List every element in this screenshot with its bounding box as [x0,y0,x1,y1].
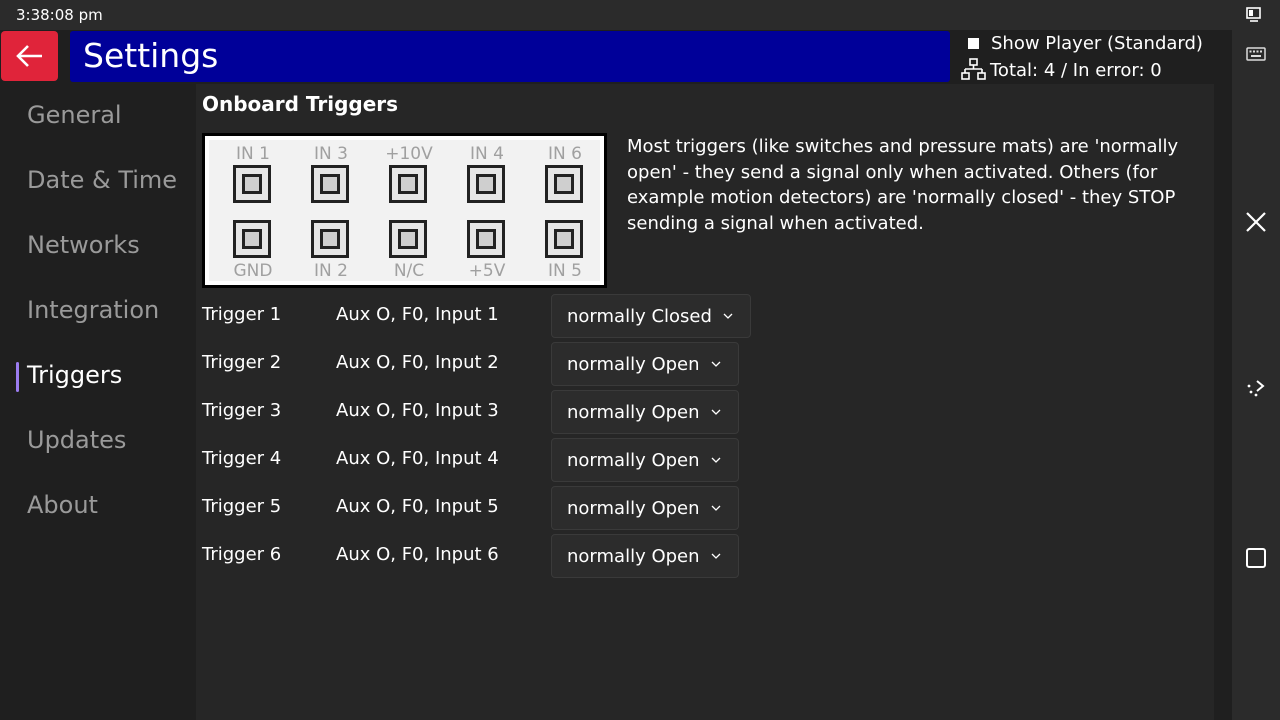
terminal-pin [467,165,505,203]
main-content: Onboard Triggers IN 1 IN 3 +10V IN 4 IN … [196,84,1214,720]
trigger-input: Aux O, F0, Input 1 [336,304,499,325]
trigger-mode-select[interactable]: normally Open [551,486,739,530]
sidebar-item-integration[interactable]: Integration [27,296,159,324]
chevron-down-icon [711,361,720,367]
terminal-pin [389,165,427,203]
terminal-pin [311,220,349,258]
trigger-row: Trigger 3 Aux O, F0, Input 3 normally Op… [202,390,802,434]
chevron-down-icon [711,505,720,511]
trigger-mode-value: normally Open [567,353,700,375]
pin-label-top: IN 4 [470,144,504,164]
trigger-input: Aux O, F0, Input 2 [336,352,499,373]
trigger-row: Trigger 4 Aux O, F0, Input 4 normally Op… [202,438,802,482]
active-nav-indicator [16,362,19,392]
section-title: Onboard Triggers [202,92,399,116]
chevron-down-icon [711,409,720,415]
terminal-pin [545,165,583,203]
trigger-input: Aux O, F0, Input 3 [336,400,499,421]
terminal-pin [389,220,427,258]
trigger-mode-select[interactable]: normally Open [551,342,739,386]
title-bar: Settings [70,31,950,82]
status-bar: 3:38:08 pm [0,0,1280,30]
rotate-icon[interactable] [1244,376,1268,400]
system-rail [1232,30,1280,720]
square-icon[interactable] [1244,546,1268,570]
trigger-input: Aux O, F0, Input 5 [336,496,499,517]
scroll-track[interactable] [1214,84,1232,720]
sidebar: General Date & Time Networks Integration… [0,84,195,720]
trigger-input: Aux O, F0, Input 4 [336,448,499,469]
terminal-pin [311,165,349,203]
sidebar-item-updates[interactable]: Updates [27,426,126,454]
desktop-icon[interactable] [1245,6,1263,24]
trigger-name: Trigger 3 [202,400,282,421]
sidebar-item-date-time[interactable]: Date & Time [27,166,177,194]
chevron-down-icon [723,313,733,319]
pin-label-bottom: N/C [393,261,425,281]
close-icon[interactable] [1244,210,1268,234]
show-player-checkbox[interactable] [968,37,979,49]
trigger-name: Trigger 6 [202,544,282,565]
trigger-mode-value: normally Open [567,497,700,519]
trigger-mode-select[interactable]: normally Open [551,438,739,482]
pin-label-bottom: IN 5 [548,261,582,281]
pin-label-top: IN 6 [548,144,582,164]
trigger-name: Trigger 2 [202,352,282,373]
pin-label-bottom: IN 2 [314,261,348,281]
chevron-down-icon [711,457,720,463]
trigger-mode-select[interactable]: normally Closed [551,294,751,338]
sidebar-item-general[interactable]: General [27,101,122,129]
device-status: Total: 4 / In error: 0 [961,58,1162,82]
chevron-down-icon [711,553,720,559]
trigger-mode-value: normally Closed [567,305,712,327]
keyboard-icon[interactable] [1244,42,1268,66]
trigger-row: Trigger 5 Aux O, F0, Input 5 normally Op… [202,486,802,530]
trigger-mode-value: normally Open [567,449,700,471]
pin-label-top: IN 1 [236,144,270,164]
trigger-row: Trigger 6 Aux O, F0, Input 6 normally Op… [202,534,802,578]
terminal-pin [233,220,271,258]
trigger-name: Trigger 5 [202,496,282,517]
trigger-mode-value: normally Open [567,401,700,423]
trigger-row: Trigger 1 Aux O, F0, Input 1 normally Cl… [202,294,802,338]
page-title: Settings [83,36,219,75]
trigger-mode-select[interactable]: normally Open [551,390,739,434]
trigger-terminal-diagram: IN 1 IN 3 +10V IN 4 IN 6 GND IN 2 N/C +5… [202,133,607,288]
pin-label-top: IN 3 [314,144,348,164]
trigger-name: Trigger 4 [202,448,282,469]
back-button[interactable] [1,31,58,81]
terminal-pin [545,220,583,258]
sidebar-item-networks[interactable]: Networks [27,231,140,259]
trigger-name: Trigger 1 [202,304,282,325]
device-status-text: Total: 4 / In error: 0 [990,59,1162,81]
sidebar-item-triggers[interactable]: Triggers [27,361,122,389]
trigger-input: Aux O, F0, Input 6 [336,544,499,565]
trigger-mode-select[interactable]: normally Open [551,534,739,578]
terminal-pin [233,165,271,203]
clock: 3:38:08 pm [16,6,103,24]
trigger-row: Trigger 2 Aux O, F0, Input 2 normally Op… [202,342,802,386]
pin-label-bottom: GND [233,261,273,281]
trigger-description: Most triggers (like switches and pressur… [627,136,1179,234]
arrow-left-icon [15,45,42,67]
pin-label-top: +10V [385,144,433,164]
show-player-label: Show Player (Standard) [991,32,1203,54]
pin-label-bottom: +5V [468,261,506,281]
trigger-mode-value: normally Open [567,545,700,567]
sidebar-item-about[interactable]: About [27,491,98,519]
show-player-toggle[interactable]: Show Player (Standard) [966,32,1203,54]
network-icon [961,58,986,80]
terminal-pin [467,220,505,258]
